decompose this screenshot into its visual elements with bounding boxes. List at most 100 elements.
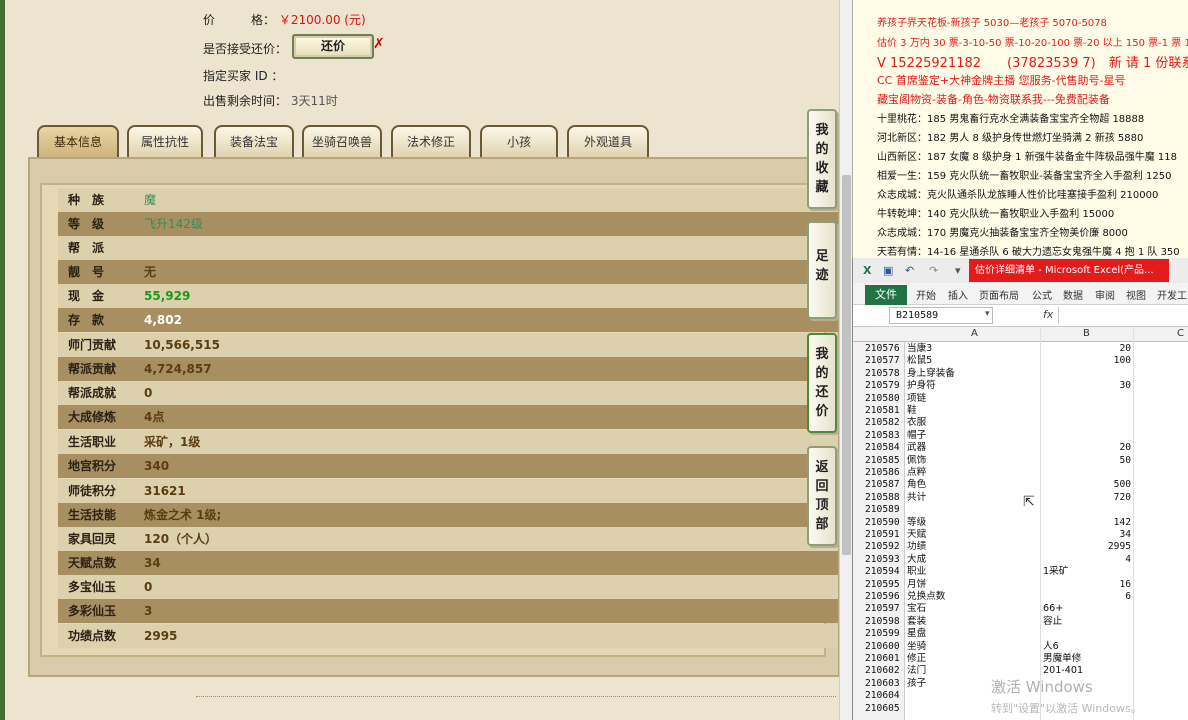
cell-a[interactable]: 修正 bbox=[907, 653, 926, 665]
cell-a[interactable]: 月饼 bbox=[907, 579, 926, 591]
cell-a[interactable]: 护身符 bbox=[907, 380, 936, 392]
scroll-thumb[interactable] bbox=[842, 175, 851, 555]
cell-a[interactable]: 天赋 bbox=[907, 529, 926, 541]
ribbon-tab-view[interactable]: 视图 bbox=[1126, 287, 1146, 302]
cell-b[interactable]: 20 bbox=[1041, 343, 1131, 355]
cell-b[interactable]: 50 bbox=[1041, 455, 1131, 467]
tab-attributes[interactable]: 属性抗性 bbox=[127, 125, 203, 158]
cell-a[interactable]: 等级 bbox=[907, 517, 926, 529]
counter-offer-button[interactable]: 还价 bbox=[292, 34, 374, 59]
cell-a[interactable]: 点粹 bbox=[907, 467, 926, 479]
tab-basic-info[interactable]: 基本信息 bbox=[37, 125, 119, 158]
cell-b[interactable]: 66+ bbox=[1043, 603, 1133, 615]
cell-b[interactable]: 142 bbox=[1041, 517, 1131, 529]
cell-a[interactable]: 衣服 bbox=[907, 417, 926, 429]
cell-a[interactable]: 松鼠5 bbox=[907, 355, 932, 367]
cell-a[interactable]: 身上穿装备 bbox=[907, 368, 955, 380]
cell-b[interactable]: 34 bbox=[1041, 529, 1131, 541]
cell-b[interactable]: 100 bbox=[1041, 355, 1131, 367]
my-counter-offers-button[interactable]: 我的还价 bbox=[807, 333, 837, 433]
tab-appearance[interactable]: 外观道具 bbox=[567, 125, 649, 158]
table-row[interactable]: 210588 共计 720 bbox=[853, 492, 1188, 504]
cell-a[interactable]: 法门 bbox=[907, 665, 926, 677]
cell-a[interactable]: 当康3 bbox=[907, 343, 932, 355]
cell-b[interactable]: 男魔单修 bbox=[1043, 653, 1133, 665]
ribbon-tab-review[interactable]: 审阅 bbox=[1095, 287, 1115, 302]
table-row[interactable]: 210576 当康3 20 bbox=[853, 343, 1188, 355]
table-row[interactable]: 210595 月饼 16 bbox=[853, 579, 1188, 591]
table-row[interactable]: 210600 坐骑 人6 bbox=[853, 641, 1188, 653]
cell-a[interactable]: 角色 bbox=[907, 479, 926, 491]
cell-b[interactable]: 30 bbox=[1041, 380, 1131, 392]
table-row[interactable]: 210589 bbox=[853, 504, 1188, 516]
cell-a[interactable]: 帽子 bbox=[907, 430, 926, 442]
cell-a[interactable]: 孩子 bbox=[907, 678, 926, 690]
table-row[interactable]: 210599 星盘 bbox=[853, 628, 1188, 640]
tab-equipment[interactable]: 装备法宝 bbox=[214, 125, 294, 158]
table-row[interactable]: 210598 套装 容止 bbox=[853, 616, 1188, 628]
table-row[interactable]: 210582 衣服 bbox=[853, 417, 1188, 429]
cell-b[interactable]: 6 bbox=[1041, 591, 1131, 603]
cell-b[interactable]: 16 bbox=[1041, 579, 1131, 591]
undo-icon[interactable]: ↶ bbox=[905, 264, 914, 277]
cell-a[interactable]: 星盘 bbox=[907, 628, 926, 640]
cell-a[interactable]: 共计 bbox=[907, 492, 926, 504]
tab-spells[interactable]: 法术修正 bbox=[391, 125, 471, 158]
cell-a[interactable]: 大成 bbox=[907, 554, 926, 566]
back-to-top-button[interactable]: 返回顶部 bbox=[807, 446, 837, 546]
cell-b[interactable]: 720 bbox=[1041, 492, 1131, 504]
fx-icon[interactable]: fx bbox=[1043, 308, 1053, 321]
cell-a[interactable]: 鞋 bbox=[907, 405, 917, 417]
ribbon-tab-insert[interactable]: 插入 bbox=[948, 287, 968, 302]
column-header[interactable]: C bbox=[1177, 328, 1184, 339]
ribbon-tab-home[interactable]: 开始 bbox=[916, 287, 936, 302]
page-scrollbar[interactable] bbox=[839, 0, 852, 720]
table-row[interactable]: 210583 帽子 bbox=[853, 430, 1188, 442]
table-row[interactable]: 210577 松鼠5 100 bbox=[853, 355, 1188, 367]
cell-b[interactable]: 4 bbox=[1041, 554, 1131, 566]
cell-a[interactable]: 武器 bbox=[907, 442, 926, 454]
ribbon-tab-data[interactable]: 数据 bbox=[1063, 287, 1083, 302]
table-row[interactable]: 210597 宝石 66+ bbox=[853, 603, 1188, 615]
table-row[interactable]: 210581 鞋 bbox=[853, 405, 1188, 417]
cell-a[interactable]: 兑换点数 bbox=[907, 591, 945, 603]
cell-b[interactable]: 容止 bbox=[1043, 616, 1133, 628]
cell-b[interactable]: 1采矿 bbox=[1043, 566, 1133, 578]
table-row[interactable]: 210601 修正 男魔单修 bbox=[853, 653, 1188, 665]
customize-icon[interactable]: ▾ bbox=[955, 264, 961, 277]
table-row[interactable]: 210586 点粹 bbox=[853, 467, 1188, 479]
save-icon[interactable]: ▣ bbox=[883, 264, 893, 277]
file-tab[interactable]: 文件 bbox=[865, 285, 907, 305]
cell-a[interactable]: 职业 bbox=[907, 566, 926, 578]
cell-a[interactable]: 功绩 bbox=[907, 541, 926, 553]
cell-a[interactable]: 佩饰 bbox=[907, 455, 926, 467]
footprints-button[interactable]: 足迹 bbox=[807, 221, 837, 319]
table-row[interactable]: 210594 职业 1采矿 bbox=[853, 566, 1188, 578]
table-row[interactable]: 210580 项链 bbox=[853, 393, 1188, 405]
table-row[interactable]: 210584 武器 20 bbox=[853, 442, 1188, 454]
table-row[interactable]: 210585 佩饰 50 bbox=[853, 455, 1188, 467]
table-row[interactable]: 210592 功绩 2995 bbox=[853, 541, 1188, 553]
column-header[interactable]: B bbox=[1083, 328, 1090, 339]
table-row[interactable]: 210590 等级 142 bbox=[853, 517, 1188, 529]
table-row[interactable]: 210578 身上穿装备 bbox=[853, 368, 1188, 380]
formula-input[interactable] bbox=[1058, 307, 1188, 324]
cell-a[interactable]: 套装 bbox=[907, 616, 926, 628]
ribbon-tab-developer[interactable]: 开发工 bbox=[1157, 287, 1187, 302]
my-favorites-button[interactable]: 我的收藏 bbox=[807, 109, 837, 209]
cell-a[interactable]: 项链 bbox=[907, 393, 926, 405]
table-row[interactable]: 210587 角色 500 bbox=[853, 479, 1188, 491]
tab-mounts[interactable]: 坐骑召唤兽 bbox=[302, 125, 382, 158]
table-row[interactable]: 210596 兑换点数 6 bbox=[853, 591, 1188, 603]
cell-b[interactable]: 2995 bbox=[1041, 541, 1131, 553]
cell-b[interactable]: 500 bbox=[1041, 479, 1131, 491]
cell-a[interactable]: 宝石 bbox=[907, 603, 926, 615]
column-header[interactable]: A bbox=[971, 328, 978, 339]
ribbon-tab-layout[interactable]: 页面布局 bbox=[979, 287, 1019, 302]
table-row[interactable]: 210591 天赋 34 bbox=[853, 529, 1188, 541]
ribbon-tab-formulas[interactable]: 公式 bbox=[1032, 287, 1052, 302]
tab-children[interactable]: 小孩 bbox=[480, 125, 558, 158]
cell-a[interactable]: 坐骑 bbox=[907, 641, 926, 653]
table-row[interactable]: 210579 护身符 30 bbox=[853, 380, 1188, 392]
cell-b[interactable]: 人6 bbox=[1043, 641, 1133, 653]
